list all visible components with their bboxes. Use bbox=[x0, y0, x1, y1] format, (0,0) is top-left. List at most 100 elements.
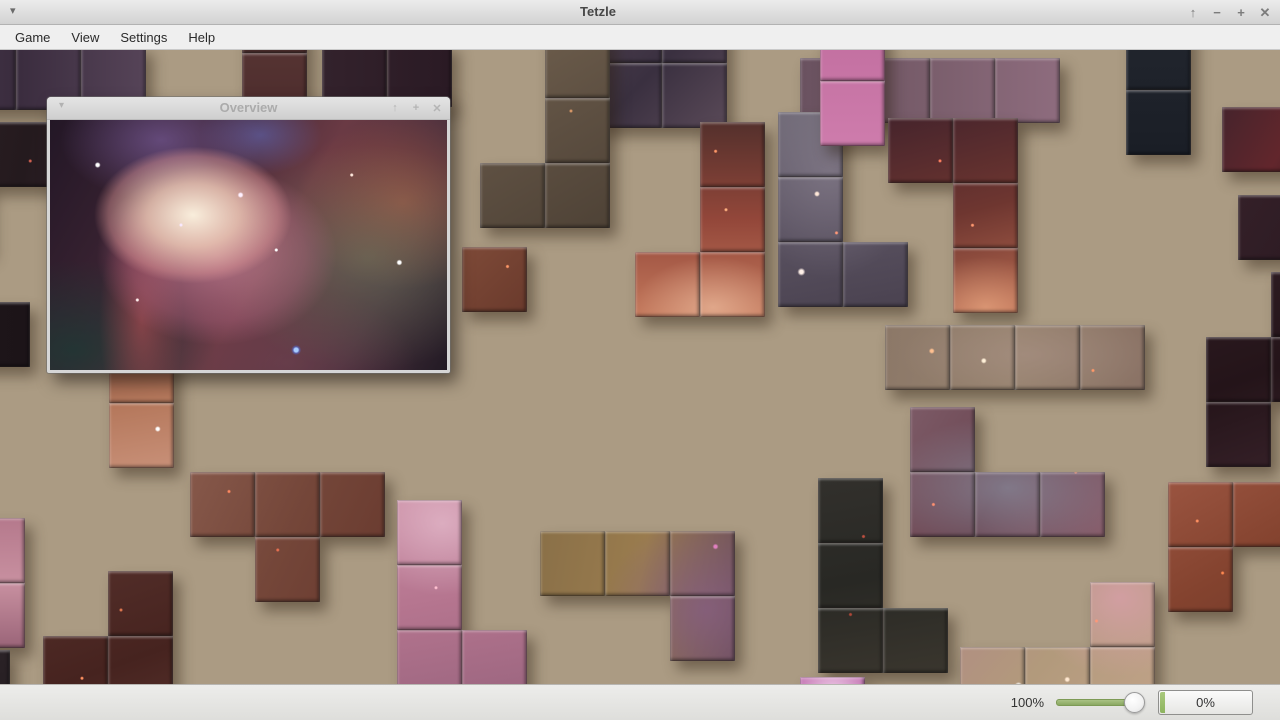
puzzle-piece-v-ibar[interactable] bbox=[885, 325, 1145, 390]
piece-tile bbox=[0, 50, 16, 110]
piece-tile bbox=[1233, 482, 1280, 547]
minimize-button[interactable]: − bbox=[1210, 5, 1224, 20]
puzzle-piece-r-rust[interactable] bbox=[635, 122, 765, 317]
overview-shade-button[interactable]: ↑ bbox=[389, 102, 401, 114]
piece-tile bbox=[108, 636, 173, 684]
piece-tile bbox=[480, 163, 545, 228]
piece-tile bbox=[1168, 547, 1233, 612]
piece-tile bbox=[953, 118, 1018, 183]
puzzle-piece-f-top[interactable] bbox=[1222, 107, 1280, 172]
close-button[interactable]: ✕ bbox=[1258, 5, 1272, 21]
menu-item-settings[interactable]: Settings bbox=[110, 27, 177, 48]
piece-tile bbox=[670, 531, 735, 596]
puzzle-piece-aa-bright[interactable] bbox=[960, 582, 1155, 684]
overview-titlebar[interactable]: ▾ Overview ↑+✕ bbox=[47, 97, 450, 120]
piece-tile bbox=[0, 518, 25, 583]
piece-tile bbox=[888, 118, 953, 183]
piece-tile bbox=[662, 50, 727, 63]
puzzle-piece-q-olive[interactable] bbox=[480, 50, 610, 228]
piece-tile bbox=[778, 177, 843, 242]
puzzle-piece-h-left[interactable] bbox=[0, 302, 30, 367]
overview-maximize-button[interactable]: + bbox=[410, 102, 422, 114]
puzzle-piece-e-top[interactable] bbox=[1126, 50, 1191, 155]
overview-window[interactable]: ▾ Overview ↑+✕ bbox=[47, 97, 450, 373]
piece-tile bbox=[0, 302, 30, 367]
menu-item-view[interactable]: View bbox=[61, 27, 109, 48]
piece-tile bbox=[397, 565, 462, 630]
zoom-level-label: 100% bbox=[1011, 695, 1044, 710]
puzzle-piece-f2-top[interactable] bbox=[1238, 195, 1280, 260]
piece-tile bbox=[1025, 647, 1090, 684]
piece-tile bbox=[818, 608, 883, 673]
piece-tile bbox=[995, 58, 1060, 123]
piece-tile bbox=[320, 472, 385, 537]
piece-tile bbox=[820, 50, 885, 81]
piece-tile bbox=[953, 248, 1018, 313]
piece-tile bbox=[108, 571, 173, 636]
piece-tile bbox=[950, 325, 1015, 390]
piece-tile bbox=[1080, 325, 1145, 390]
piece-tile bbox=[910, 407, 975, 472]
overview-body bbox=[50, 120, 447, 370]
puzzle-piece-j2-mauve[interactable] bbox=[910, 407, 1105, 537]
zoom-slider[interactable] bbox=[1056, 699, 1136, 706]
piece-tile bbox=[635, 252, 700, 317]
window-controls: ↑−+ ✕ bbox=[1186, 0, 1272, 25]
piece-tile bbox=[545, 98, 610, 163]
puzzle-piece-lb-sliver[interactable] bbox=[0, 650, 10, 684]
piece-tile bbox=[930, 58, 995, 123]
puzzle-piece-l-pink[interactable] bbox=[397, 500, 527, 684]
piece-tile bbox=[975, 472, 1040, 537]
puzzle-piece-w-dark[interactable] bbox=[1206, 272, 1280, 467]
piece-tile bbox=[540, 531, 605, 596]
piece-tile bbox=[700, 187, 765, 252]
piece-tile bbox=[700, 122, 765, 187]
piece-tile bbox=[1126, 90, 1191, 155]
puzzle-piece-x-golden[interactable] bbox=[540, 531, 735, 661]
piece-tile bbox=[1090, 647, 1155, 684]
piece-tile bbox=[397, 630, 462, 684]
puzzle-piece-u-piece[interactable] bbox=[888, 118, 1018, 313]
piece-tile bbox=[255, 472, 320, 537]
piece-tile bbox=[43, 636, 108, 684]
piece-tile bbox=[885, 325, 950, 390]
maximize-button[interactable]: + bbox=[1234, 5, 1248, 20]
menu-item-help[interactable]: Help bbox=[178, 27, 225, 48]
piece-tile bbox=[778, 242, 843, 307]
piece-tile bbox=[255, 537, 320, 602]
puzzle-piece-m-tleft[interactable] bbox=[43, 571, 173, 684]
puzzle-piece-z-magenta[interactable] bbox=[800, 677, 865, 684]
overview-controls: ↑ + ✕ bbox=[389, 97, 443, 119]
completion-progress-bar: 0% bbox=[1158, 690, 1253, 715]
title-bar[interactable]: ▾ Tetzle ↑−+✕ bbox=[0, 0, 1280, 25]
piece-tile bbox=[960, 647, 1025, 684]
piece-tile bbox=[800, 677, 865, 684]
piece-tile bbox=[0, 122, 53, 187]
piece-tile bbox=[1206, 402, 1271, 467]
piece-tile bbox=[0, 583, 25, 648]
shade-button[interactable]: ↑ bbox=[1186, 5, 1200, 20]
piece-tile bbox=[545, 50, 610, 98]
puzzle-piece-ab-rust[interactable] bbox=[1168, 482, 1280, 612]
piece-tile bbox=[462, 630, 527, 684]
menu-bar: GameViewSettingsHelp bbox=[0, 25, 1280, 50]
zoom-slider-handle[interactable] bbox=[1124, 692, 1145, 713]
piece-tile bbox=[953, 183, 1018, 248]
puzzle-piece-k-tee[interactable] bbox=[190, 472, 385, 602]
piece-tile bbox=[605, 531, 670, 596]
puzzle-piece-x2-tile[interactable] bbox=[462, 247, 527, 312]
puzzle-piece-c-top[interactable] bbox=[597, 50, 727, 128]
piece-tile bbox=[1238, 195, 1280, 260]
menu-item-game[interactable]: Game bbox=[5, 27, 60, 48]
puzzle-piece-t-pink[interactable] bbox=[820, 50, 885, 146]
piece-tile bbox=[545, 163, 610, 228]
piece-tile bbox=[670, 596, 735, 661]
piece-tile bbox=[700, 252, 765, 317]
overview-close-button[interactable]: ✕ bbox=[431, 102, 443, 115]
progress-value: 0% bbox=[1159, 691, 1252, 714]
piece-tile bbox=[910, 472, 975, 537]
piece-tile bbox=[190, 472, 255, 537]
tetzle-window: ▾ Tetzle ↑−+✕ GameViewSettingsHelp ▾ Ove… bbox=[0, 0, 1280, 720]
piece-tile bbox=[818, 478, 883, 543]
puzzle-piece-i-left[interactable] bbox=[0, 518, 25, 648]
